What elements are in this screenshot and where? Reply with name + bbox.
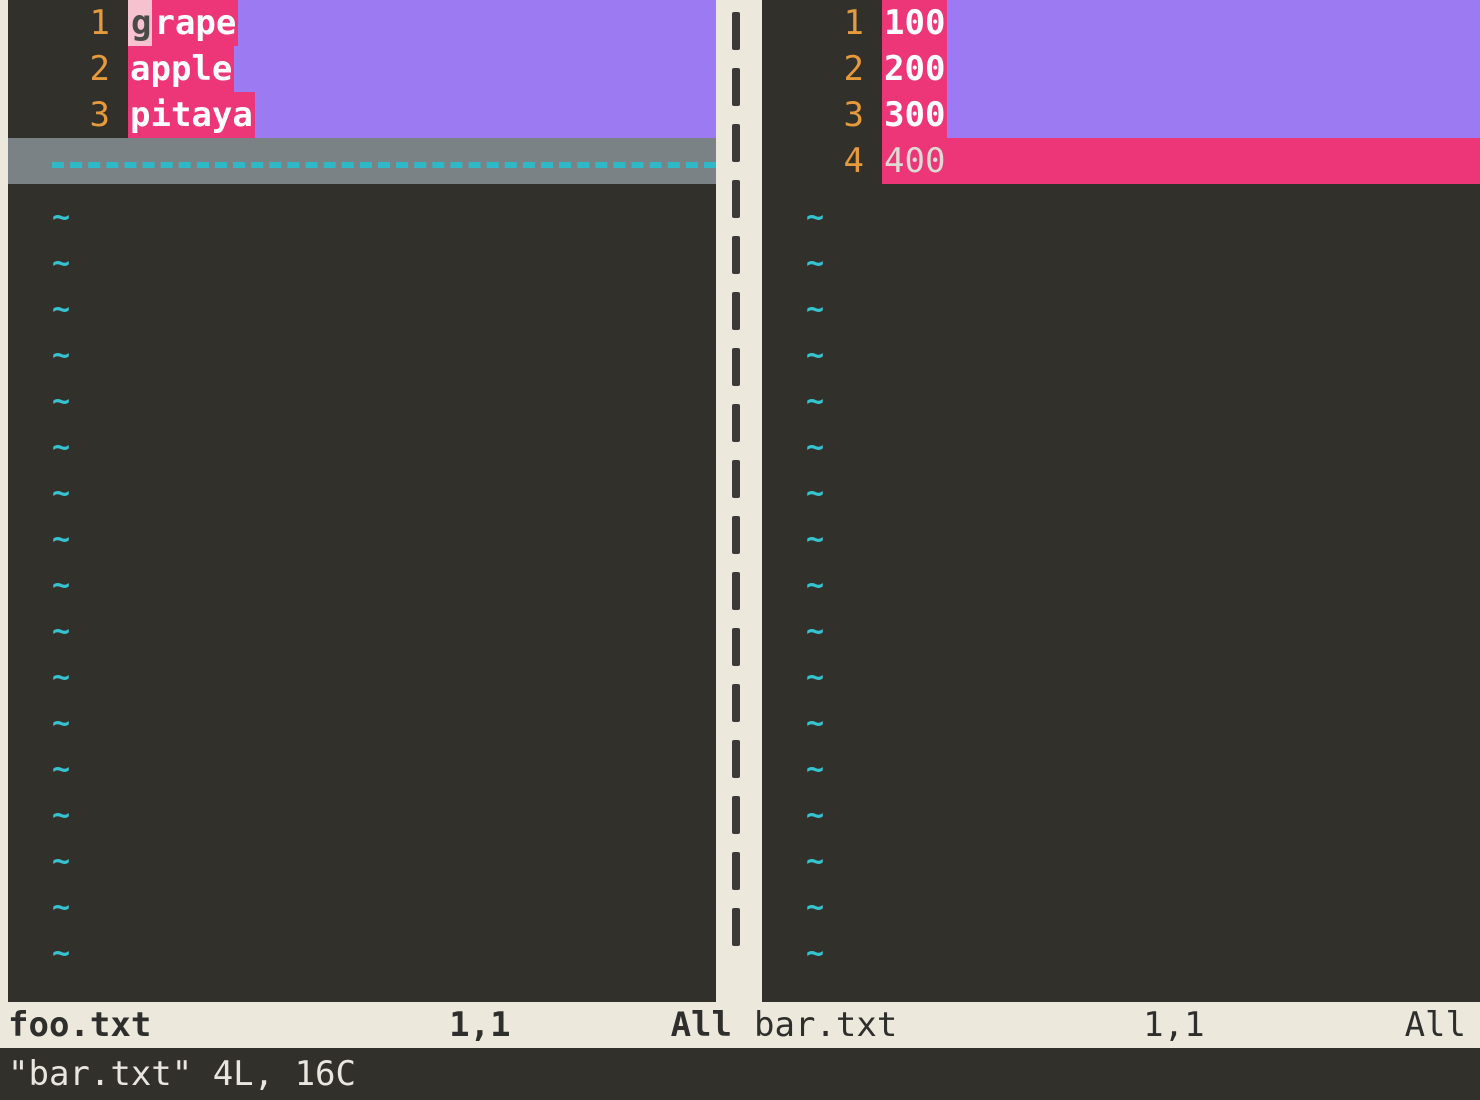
left-filename: foo.txt xyxy=(8,1005,151,1045)
line-content[interactable]: 400 xyxy=(882,138,1480,184)
split-dash xyxy=(732,404,740,442)
empty-line-tilde: ~ xyxy=(8,884,716,930)
empty-line-tilde: ~ xyxy=(762,746,1480,792)
empty-line-tilde: ~ xyxy=(8,654,716,700)
split-dash xyxy=(732,68,740,106)
empty-line-tilde: ~ xyxy=(762,792,1480,838)
diff-text: 400 xyxy=(882,138,947,184)
buffer-line[interactable]: 3pitaya xyxy=(8,92,716,138)
empty-line-tilde: ~ xyxy=(8,792,716,838)
empty-line-tilde: ~ xyxy=(8,470,716,516)
split-panes: 1grape2apple3pitaya ~~~~~~~~~~~~~~~~~ 11… xyxy=(0,0,1480,1002)
line-number: 3 xyxy=(762,95,882,135)
left-cursor-pos: 1,1 xyxy=(449,1005,510,1045)
empty-line-tilde: ~ xyxy=(762,194,1480,240)
line-number: 1 xyxy=(762,3,882,43)
diff-text: apple xyxy=(128,46,234,92)
split-dash xyxy=(732,852,740,890)
diff-text: 100 xyxy=(882,0,947,46)
split-dash xyxy=(732,124,740,162)
line-number: 2 xyxy=(8,49,128,89)
line-content[interactable]: 300 xyxy=(882,92,1480,138)
split-dash xyxy=(732,180,740,218)
right-pane[interactable]: 1100220033004400 ~~~~~~~~~~~~~~~~~ xyxy=(756,0,1480,1002)
buffer-line[interactable]: 3300 xyxy=(762,92,1480,138)
split-dash xyxy=(732,292,740,330)
split-dash xyxy=(732,348,740,386)
split-dash xyxy=(732,740,740,778)
line-number: 2 xyxy=(762,49,882,89)
line-content[interactable]: pitaya xyxy=(128,92,716,138)
line-content[interactable]: 200 xyxy=(882,46,1480,92)
diff-text: pitaya xyxy=(128,92,255,138)
split-dash xyxy=(732,796,740,834)
split-dash xyxy=(732,460,740,498)
empty-line-tilde: ~ xyxy=(8,746,716,792)
command-line[interactable]: "bar.txt" 4L, 16C xyxy=(0,1048,1480,1100)
line-number: 4 xyxy=(762,141,882,181)
buffer-line[interactable]: 2200 xyxy=(762,46,1480,92)
empty-line-tilde: ~ xyxy=(762,562,1480,608)
command-line-text: "bar.txt" 4L, 16C xyxy=(8,1054,356,1094)
buffer-line[interactable]: 4400 xyxy=(762,138,1480,184)
line-content[interactable]: apple xyxy=(128,46,716,92)
empty-line-tilde: ~ xyxy=(8,332,716,378)
right-status-bar: bar.txt 1,1 All xyxy=(746,1002,1480,1048)
split-dash xyxy=(732,628,740,666)
status-bars: foo.txt 1,1 All bar.txt 1,1 All xyxy=(0,1002,1480,1048)
vertical-split-bar[interactable] xyxy=(716,0,756,1002)
empty-line-tilde: ~ xyxy=(762,884,1480,930)
empty-line-tilde: ~ xyxy=(762,470,1480,516)
empty-line-tilde: ~ xyxy=(8,608,716,654)
right-filename: bar.txt xyxy=(754,1005,897,1045)
empty-line-tilde: ~ xyxy=(762,654,1480,700)
empty-line-tilde: ~ xyxy=(762,286,1480,332)
empty-line-tilde: ~ xyxy=(762,930,1480,976)
line-content[interactable]: grape xyxy=(128,0,716,46)
diff-text: 200 xyxy=(882,46,947,92)
buffer-line[interactable]: 1100 xyxy=(762,0,1480,46)
buffer-line[interactable]: 2apple xyxy=(8,46,716,92)
left-buffer[interactable]: 1grape2apple3pitaya ~~~~~~~~~~~~~~~~~ xyxy=(8,0,716,1002)
empty-line-tilde: ~ xyxy=(8,838,716,884)
empty-line-tilde: ~ xyxy=(8,424,716,470)
split-dash xyxy=(732,516,740,554)
diff-deleted-filler xyxy=(8,138,716,184)
empty-line-tilde: ~ xyxy=(8,562,716,608)
buffer-line[interactable]: 1grape xyxy=(8,0,716,46)
diff-text: 300 xyxy=(882,92,947,138)
right-scroll-pct: All xyxy=(1405,1005,1466,1045)
line-content[interactable]: 100 xyxy=(882,0,1480,46)
split-dash xyxy=(732,236,740,274)
empty-line-tilde: ~ xyxy=(762,378,1480,424)
empty-line-tilde: ~ xyxy=(762,332,1480,378)
line-number: 1 xyxy=(8,3,128,43)
empty-line-tilde: ~ xyxy=(8,286,716,332)
cursor: g xyxy=(128,0,152,46)
split-dash xyxy=(732,572,740,610)
empty-line-tilde: ~ xyxy=(762,838,1480,884)
diff-text: rape xyxy=(152,0,238,46)
empty-line-tilde: ~ xyxy=(762,700,1480,746)
left-scroll-pct: All xyxy=(671,1005,732,1045)
empty-line-tilde: ~ xyxy=(8,700,716,746)
right-cursor-pos: 1,1 xyxy=(1143,1005,1204,1045)
empty-line-tilde: ~ xyxy=(762,608,1480,654)
split-dash xyxy=(732,684,740,722)
empty-line-tilde: ~ xyxy=(8,240,716,286)
empty-line-tilde: ~ xyxy=(8,194,716,240)
line-number: 3 xyxy=(8,95,128,135)
empty-line-tilde: ~ xyxy=(8,378,716,424)
empty-line-tilde: ~ xyxy=(762,516,1480,562)
left-status-bar: foo.txt 1,1 All xyxy=(0,1002,746,1048)
empty-line-tilde: ~ xyxy=(762,240,1480,286)
empty-line-tilde: ~ xyxy=(8,516,716,562)
split-dash xyxy=(732,908,740,946)
empty-line-tilde: ~ xyxy=(8,930,716,976)
split-dash xyxy=(732,12,740,50)
left-pane[interactable]: 1grape2apple3pitaya ~~~~~~~~~~~~~~~~~ xyxy=(0,0,716,1002)
right-buffer[interactable]: 1100220033004400 ~~~~~~~~~~~~~~~~~ xyxy=(762,0,1480,1002)
empty-line-tilde: ~ xyxy=(762,424,1480,470)
vim-diff-editor: 1grape2apple3pitaya ~~~~~~~~~~~~~~~~~ 11… xyxy=(0,0,1480,1100)
